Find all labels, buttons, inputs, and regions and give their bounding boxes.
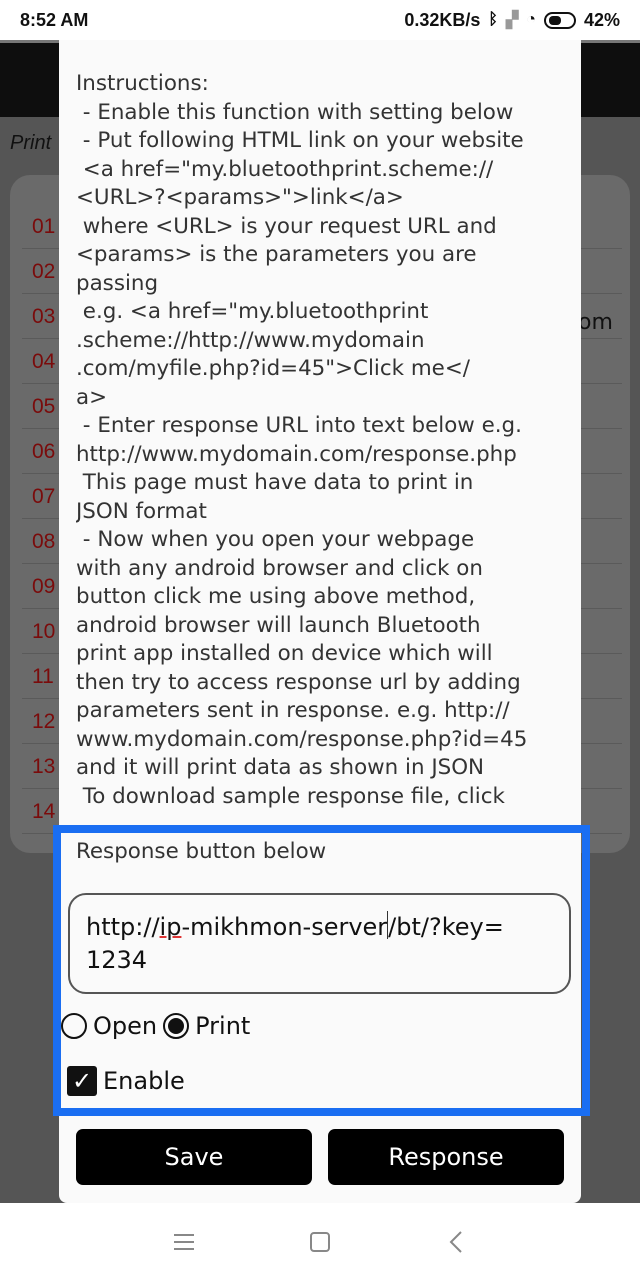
url-text-host: -mikhmon-server <box>181 913 388 941</box>
instruction-line: This page must have data to print in <box>76 470 474 495</box>
radio-print[interactable] <box>163 1013 190 1039</box>
url-text-key: 1234 <box>86 946 148 974</box>
navigation-bar <box>0 1203 640 1280</box>
enable-checkbox-row[interactable]: ✓ Enable <box>67 1066 185 1096</box>
instruction-line: button click me using above method, <box>76 584 476 609</box>
background-row-number: 04 <box>32 350 56 373</box>
instruction-line: <a href="my.bluetoothprint.scheme:// <box>76 156 494 182</box>
instruction-line: - Put following HTML link on your websit… <box>76 128 524 153</box>
back-icon[interactable] <box>443 1229 469 1255</box>
enable-label[interactable]: Enable <box>103 1067 185 1095</box>
response-button[interactable]: Response <box>328 1129 564 1185</box>
status-bar: 8:52 AM 0.32KB/s ᛒ ▞ ◔ 42% <box>0 0 640 40</box>
background-subtitle: Print <box>10 132 52 154</box>
instruction-line: a> <box>76 384 108 410</box>
menu-icon[interactable] <box>171 1229 197 1255</box>
instruction-line: where <URL> is your request URL and <box>76 213 497 239</box>
instruction-line: .com/myfile.php?id=45">Click me</ <box>76 356 470 381</box>
mode-radio-group: Open Print <box>61 1012 250 1040</box>
battery-percent: 42% <box>583 9 620 30</box>
response-url-input[interactable]: http://ip-mikhmon-server/bt/?key= 1234 <box>68 893 571 994</box>
status-icons: 0.32KB/s ᛒ ▞ ◔ 42% <box>404 10 620 31</box>
url-text-host-misspelled: ip <box>159 913 182 941</box>
instruction-line: passing <box>76 270 159 296</box>
instruction-line: and it will print data as shown in JSON <box>76 755 485 780</box>
background-row-number: 09 <box>32 575 56 598</box>
instruction-line: parameters sent in response. e.g. http:/… <box>76 698 510 723</box>
instruction-line: JSON format <box>76 498 207 524</box>
home-icon[interactable] <box>307 1229 333 1255</box>
url-text-path: /bt/?key= <box>388 913 504 941</box>
background-row-number: 10 <box>32 620 56 643</box>
background-row-number: 01 <box>32 215 56 238</box>
instruction-line: with any android browser and click on <box>76 555 483 581</box>
background-row-number: 14 <box>32 800 56 823</box>
radio-open-label[interactable]: Open <box>93 1012 157 1040</box>
background-row-number: 03 <box>32 305 56 328</box>
background-row-number: 08 <box>32 530 56 553</box>
radio-print-label[interactable]: Print <box>195 1012 250 1040</box>
background-row-number: 07 <box>32 485 56 508</box>
instruction-line: To download sample response file, click <box>76 783 505 809</box>
instructions-text: Instructions: - Enable this function wit… <box>76 70 566 840</box>
response-label: Response button below <box>76 839 327 864</box>
instruction-line: - Now when you open your webpage <box>76 527 475 552</box>
instruction-line: android browser will launch Bluetooth <box>76 612 481 638</box>
instruction-line: e.g. <a href="my.bluetoothprint <box>76 299 429 324</box>
network-speed: 0.32KB/s <box>404 9 481 30</box>
radio-open[interactable] <box>61 1013 87 1039</box>
instruction-line: print app installed on device which will <box>76 641 493 666</box>
background-row-number: 02 <box>32 260 56 283</box>
instruction-line: <params> is the parameters you are <box>76 242 477 267</box>
bluetooth-icon: ᛒ <box>488 11 498 28</box>
instruction-line: <URL>?<params>">link</a> <box>76 185 404 210</box>
instruction-line: - Enter response URL into text below e.g… <box>76 413 522 438</box>
instruction-line: .scheme://http://www.mydomain <box>76 327 425 353</box>
signal-icon: ▞ <box>505 12 519 29</box>
background-row-number: 05 <box>32 395 56 418</box>
instruction-line: - Enable this function with setting belo… <box>76 99 514 125</box>
status-time: 8:52 AM <box>20 9 89 30</box>
instruction-line: then try to access response url by addin… <box>76 669 521 695</box>
instruction-line: Instructions: <box>76 71 209 96</box>
enable-checkbox[interactable]: ✓ <box>67 1066 97 1096</box>
background-row-number: 11 <box>32 665 54 688</box>
instruction-line: www.mydomain.com/response.php?id=45 <box>76 726 528 752</box>
instruction-line: http://www.mydomain.com/response.php <box>76 441 517 467</box>
settings-dialog: Instructions: - Enable this function wit… <box>59 40 581 1203</box>
background-row-number: 13 <box>32 755 56 778</box>
url-text-scheme: http:// <box>86 913 160 941</box>
background-row-number: 12 <box>32 710 56 733</box>
save-button[interactable]: Save <box>76 1129 312 1185</box>
background-row-number: 06 <box>32 440 56 463</box>
battery-icon <box>543 11 576 29</box>
wifi-icon: ◔ <box>526 11 536 28</box>
